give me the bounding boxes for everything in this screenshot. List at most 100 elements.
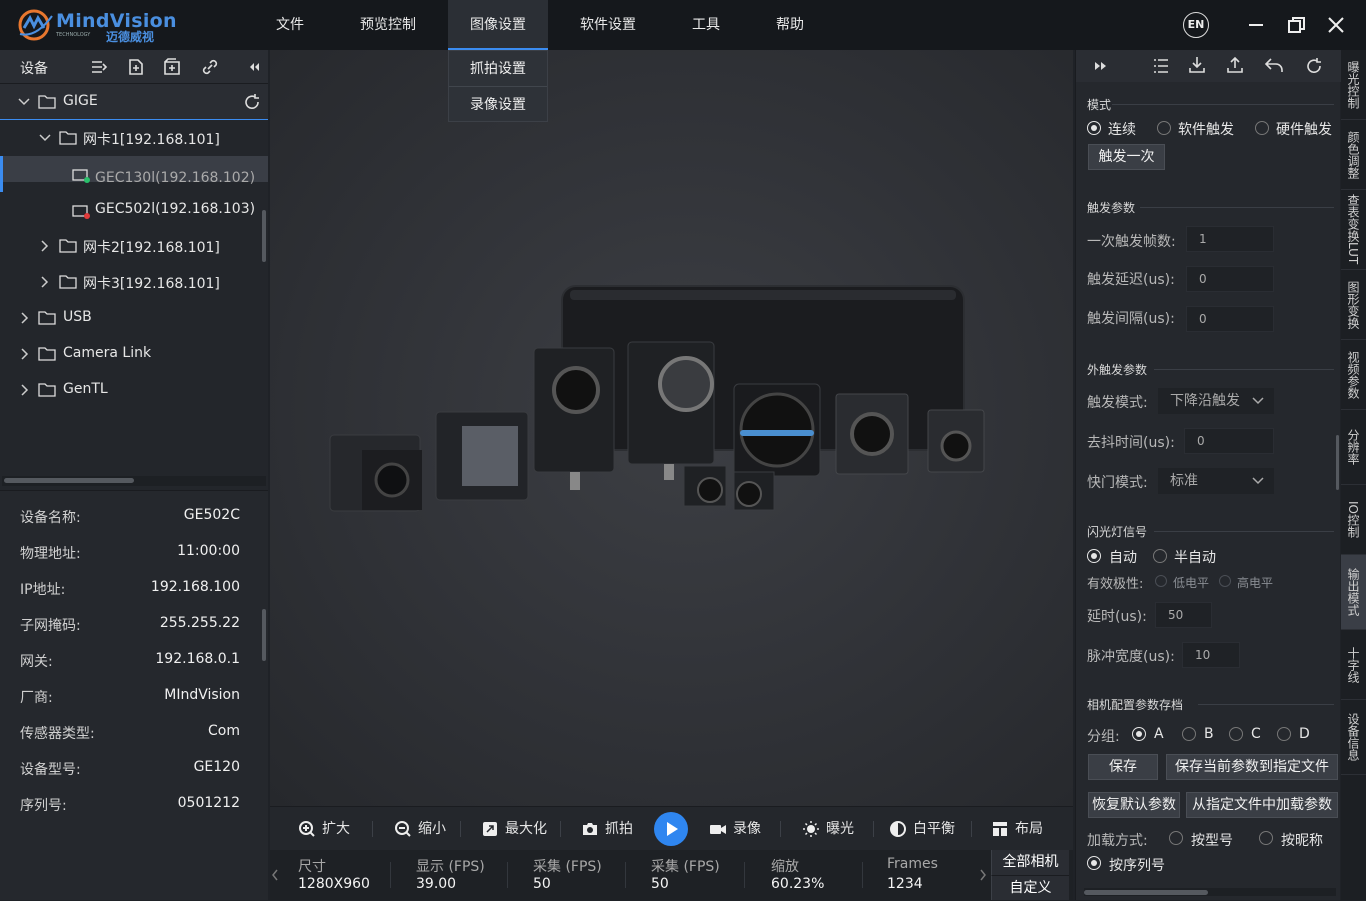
tab-crosshair[interactable]: 十字线	[1341, 630, 1366, 700]
add-file-icon[interactable]	[127, 58, 145, 76]
radio-strobe-auto[interactable]	[1087, 549, 1101, 563]
trigger-mode-select[interactable]: 下降沿触发	[1158, 388, 1274, 414]
menu-item-capture-settings[interactable]: 抓拍设置	[449, 51, 547, 87]
trigger-frames-input[interactable]: 1	[1186, 226, 1274, 252]
radio-group-d[interactable]	[1277, 727, 1291, 741]
menu-preview-control[interactable]: 预览控制	[344, 0, 432, 50]
radio-software-trigger[interactable]	[1157, 121, 1171, 135]
field-label: 脉冲宽度(us):	[1087, 649, 1175, 665]
expand-panel-icon[interactable]	[1094, 60, 1108, 72]
prop-value: 192.168.100	[150, 579, 240, 595]
menu-item-record-settings[interactable]: 录像设置	[449, 87, 547, 123]
preview-area[interactable]	[270, 50, 1073, 806]
prop-value: MIndVision	[164, 687, 240, 703]
tab-io-control[interactable]: IO控制	[1341, 485, 1366, 555]
restore-defaults-button[interactable]: 恢复默认参数	[1088, 792, 1180, 818]
scroll-thumb[interactable]	[4, 478, 134, 483]
parameter-panel: 模式 连续 软件触发 硬件触发 触发一次 触发参数 一次触发帧数: 1 触发延迟…	[1075, 50, 1341, 900]
radio-load-by-nickname[interactable]	[1259, 831, 1273, 845]
radio-high-level[interactable]	[1219, 575, 1231, 587]
radio-low-level[interactable]	[1155, 575, 1167, 587]
tab-output-mode[interactable]: 输出模式	[1341, 555, 1366, 630]
custom-button[interactable]: 自定义	[991, 875, 1069, 900]
tree-label: GenTL	[63, 381, 108, 397]
camera-icon	[583, 823, 597, 835]
scroll-thumb[interactable]	[1084, 890, 1208, 895]
radio-load-by-model[interactable]	[1169, 831, 1183, 845]
menu-image-settings[interactable]: 图像设置	[448, 0, 548, 50]
radio-hardware-trigger[interactable]	[1255, 121, 1269, 135]
pulse-width-input[interactable]: 10	[1182, 642, 1240, 668]
tab-resolution[interactable]: 分辨率	[1341, 410, 1366, 485]
tree-node-camera-gec502[interactable]: GEC502l(192.168.103)	[0, 192, 268, 228]
tree-node-gige[interactable]: GIGE	[0, 84, 268, 120]
tree-node-nic2[interactable]: 网卡2[192.168.101]	[0, 228, 268, 264]
download-icon[interactable]	[1188, 56, 1206, 74]
close-button[interactable]	[1321, 10, 1351, 40]
tab-exposure-control[interactable]: 曝光控制	[1341, 50, 1366, 120]
folder-icon	[59, 131, 77, 145]
play-button[interactable]	[654, 812, 688, 846]
parameter-scrollbar[interactable]	[1336, 435, 1339, 490]
tree-horizontal-scrollbar[interactable]	[2, 476, 266, 486]
stat-capture-fps-2: 采集 (FPS) 50	[651, 856, 720, 892]
prop-key: 子网掩码:	[20, 618, 81, 634]
radio-group-b[interactable]	[1182, 727, 1196, 741]
trigger-interval-input[interactable]: 0	[1186, 306, 1274, 332]
tree-node-nic3[interactable]: 网卡3[192.168.101]	[0, 264, 268, 300]
refresh-icon[interactable]	[1304, 56, 1324, 76]
tree-label: 网卡1[192.168.101]	[83, 132, 220, 148]
refresh-icon[interactable]	[242, 92, 262, 112]
list-icon[interactable]	[1152, 57, 1170, 75]
tab-device-info[interactable]: 设备信息	[1341, 700, 1366, 775]
all-cameras-button[interactable]: 全部相机	[991, 850, 1069, 875]
strobe-delay-input[interactable]: 50	[1155, 602, 1212, 628]
tree-node-nic1[interactable]: 网卡1[192.168.101]	[0, 120, 268, 156]
add-device-icon[interactable]	[163, 58, 181, 76]
tree-label: USB	[63, 309, 92, 325]
menu-file[interactable]: 文件	[268, 0, 312, 50]
debounce-input[interactable]: 0	[1184, 428, 1274, 454]
radio-group-a[interactable]	[1132, 727, 1146, 741]
tab-video-params[interactable]: 视频参数	[1341, 340, 1366, 410]
radio-group-c[interactable]	[1229, 727, 1243, 741]
radio-load-by-serial[interactable]	[1087, 856, 1101, 870]
link-icon[interactable]	[201, 58, 219, 76]
language-button[interactable]: EN	[1183, 12, 1209, 38]
shutter-mode-select[interactable]: 标准	[1158, 468, 1274, 494]
properties-scrollbar[interactable]	[262, 609, 266, 661]
tab-color-adjust[interactable]: 颜色调整	[1341, 120, 1366, 190]
trigger-once-button[interactable]: 触发一次	[1088, 144, 1165, 170]
scroll-left-icon[interactable]	[271, 869, 279, 881]
load-from-file-button[interactable]: 从指定文件中加载参数	[1186, 792, 1338, 818]
tree-node-usb[interactable]: USB	[0, 300, 268, 336]
scroll-right-icon[interactable]	[979, 869, 987, 881]
tree-node-camera-link[interactable]: Camera Link	[0, 336, 268, 372]
tree-node-camera-gec130[interactable]: GEC130l(192.168.102)	[0, 156, 268, 192]
tab-image-transform[interactable]: 图形变换	[1341, 270, 1366, 340]
menu-software-settings[interactable]: 软件设置	[564, 0, 652, 50]
restore-button[interactable]	[1281, 10, 1311, 40]
tree-vertical-scrollbar[interactable]	[262, 210, 266, 262]
radio-strobe-semi-auto[interactable]	[1153, 549, 1167, 563]
radio-label: 按型号	[1191, 833, 1233, 849]
radio-continuous[interactable]	[1087, 121, 1101, 135]
tab-lut[interactable]: 查表变换LUT	[1341, 190, 1366, 270]
parameter-horizontal-scrollbar[interactable]	[1084, 888, 1336, 896]
tree-node-gentl[interactable]: GenTL	[0, 372, 268, 408]
collapse-list-icon[interactable]	[90, 58, 108, 76]
trigger-delay-input[interactable]: 0	[1186, 266, 1274, 292]
menu-tools[interactable]: 工具	[684, 0, 728, 50]
field-label: 分组:	[1087, 729, 1120, 745]
minimize-button[interactable]	[1241, 10, 1271, 40]
divider	[625, 862, 626, 888]
save-button[interactable]: 保存	[1088, 754, 1158, 780]
prop-key: 物理地址:	[20, 546, 81, 562]
undo-icon[interactable]	[1264, 56, 1284, 74]
divider	[971, 821, 972, 837]
upload-icon[interactable]	[1226, 56, 1244, 74]
menu-help[interactable]: 帮助	[768, 0, 812, 50]
folder-icon	[38, 311, 56, 325]
collapse-panel-icon[interactable]	[244, 58, 262, 76]
save-to-file-button[interactable]: 保存当前参数到指定文件	[1166, 754, 1338, 780]
